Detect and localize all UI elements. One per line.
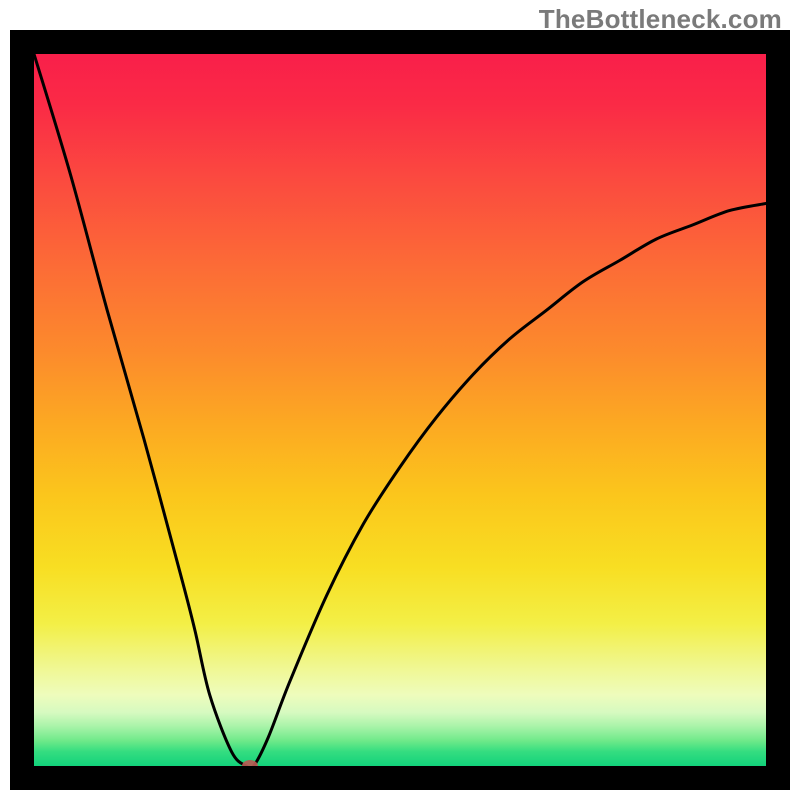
curve-path [34,54,766,769]
bottleneck-curve [34,54,766,766]
chart-stage: TheBottleneck.com [0,0,800,800]
notch-marker [242,760,258,772]
chart-frame [10,30,790,790]
plot-area [34,54,766,766]
